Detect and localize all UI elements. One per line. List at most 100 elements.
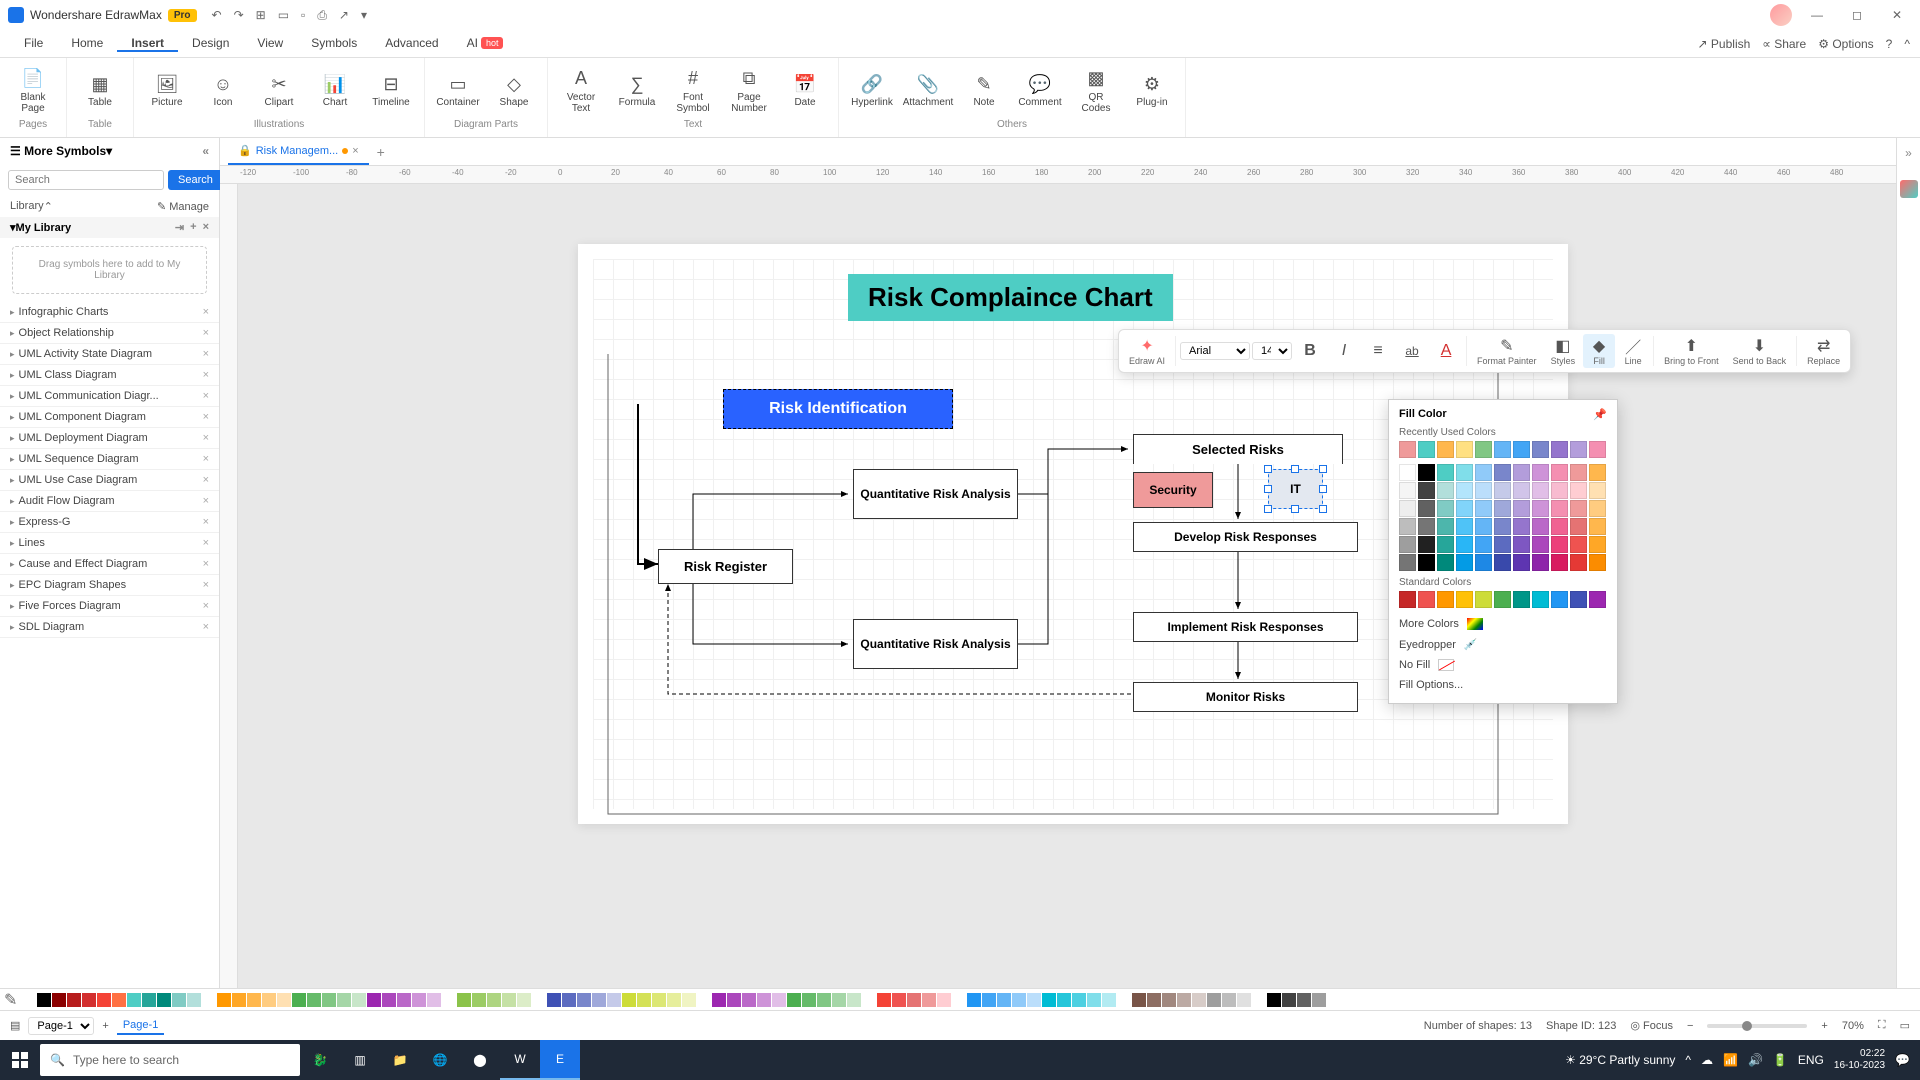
color-swatch[interactable] xyxy=(1551,591,1568,608)
close-button[interactable]: ✕ xyxy=(1882,8,1912,22)
colorbar-swatch[interactable] xyxy=(1252,993,1266,1007)
shape-title[interactable]: Risk Complaince Chart xyxy=(848,274,1173,321)
chrome-icon[interactable]: ⬤ xyxy=(460,1040,500,1080)
ribbon-shape[interactable]: ◇Shape xyxy=(489,62,539,119)
colorbar-swatch[interactable] xyxy=(1072,993,1086,1007)
library-label[interactable]: Library xyxy=(10,200,44,213)
colorbar-swatch[interactable] xyxy=(322,993,336,1007)
selection-handle[interactable] xyxy=(1264,485,1272,493)
colorbar-swatch[interactable] xyxy=(622,993,636,1007)
close-category-icon[interactable]: × xyxy=(203,306,209,318)
close-category-icon[interactable]: × xyxy=(203,516,209,528)
selection-handle[interactable] xyxy=(1264,505,1272,513)
language-indicator[interactable]: ENG xyxy=(1798,1053,1824,1067)
styles-button[interactable]: ◧Styles xyxy=(1545,334,1582,368)
colorbar-swatch[interactable] xyxy=(1087,993,1101,1007)
color-swatch[interactable] xyxy=(1494,591,1511,608)
color-swatch[interactable] xyxy=(1475,464,1492,481)
color-swatch[interactable] xyxy=(1551,441,1568,458)
color-swatch[interactable] xyxy=(1570,591,1587,608)
colorbar-swatch[interactable] xyxy=(487,993,501,1007)
lib-category[interactable]: ▸UML Activity State Diagram× xyxy=(0,344,219,365)
color-swatch[interactable] xyxy=(1418,464,1435,481)
lib-category[interactable]: ▸Cause and Effect Diagram× xyxy=(0,554,219,575)
colorbar-swatch[interactable] xyxy=(1057,993,1071,1007)
menu-tab-home[interactable]: Home xyxy=(57,36,117,50)
color-swatch[interactable] xyxy=(1437,536,1454,553)
color-swatch[interactable] xyxy=(1532,591,1549,608)
ribbon-note[interactable]: ✎Note xyxy=(959,62,1009,119)
color-swatch[interactable] xyxy=(1589,591,1606,608)
colorbar-swatch[interactable] xyxy=(337,993,351,1007)
colorbar-swatch[interactable] xyxy=(1237,993,1251,1007)
strikethrough-button[interactable]: ab xyxy=(1396,339,1428,363)
color-swatch[interactable] xyxy=(1456,536,1473,553)
print-icon[interactable]: ⎙ xyxy=(317,8,327,23)
colorbar-swatch[interactable] xyxy=(787,993,801,1007)
weather-widget[interactable]: ☀ 29°C Partly sunny xyxy=(1565,1053,1675,1067)
colorbar-swatch[interactable] xyxy=(52,993,66,1007)
color-swatch[interactable] xyxy=(1494,518,1511,535)
colorbar-swatch[interactable] xyxy=(1192,993,1206,1007)
collapse-ribbon-icon[interactable]: ^ xyxy=(1904,37,1910,51)
colorbar-swatch[interactable] xyxy=(892,993,906,1007)
lib-category[interactable]: ▸UML Component Diagram× xyxy=(0,407,219,428)
shape-qra-2[interactable]: Quantitative Risk Analysis xyxy=(853,619,1018,669)
page-select[interactable]: Page-1 xyxy=(28,1017,94,1035)
colorbar-swatch[interactable] xyxy=(1312,993,1326,1007)
colorbar-swatch[interactable] xyxy=(1327,993,1341,1007)
save-icon[interactable]: ▫ xyxy=(301,8,305,23)
eyedropper-colorbar-icon[interactable]: ✎ xyxy=(4,990,17,1010)
colorbar-swatch[interactable] xyxy=(427,993,441,1007)
colorbar-swatch[interactable] xyxy=(832,993,846,1007)
fullscreen-icon[interactable]: ▭ xyxy=(1900,1019,1910,1032)
close-category-icon[interactable]: × xyxy=(203,600,209,612)
selection-handle[interactable] xyxy=(1319,465,1327,473)
menu-tab-insert[interactable]: Insert xyxy=(117,36,178,52)
ribbon-qr-codes[interactable]: ▩QRCodes xyxy=(1071,62,1121,119)
colorbar-swatch[interactable] xyxy=(382,993,396,1007)
color-swatch[interactable] xyxy=(1532,536,1549,553)
color-swatch[interactable] xyxy=(1475,554,1492,571)
colorbar-swatch[interactable] xyxy=(562,993,576,1007)
color-swatch[interactable] xyxy=(1532,518,1549,535)
color-swatch[interactable] xyxy=(1570,554,1587,571)
lib-category[interactable]: ▸EPC Diagram Shapes× xyxy=(0,575,219,596)
color-swatch[interactable] xyxy=(1513,464,1530,481)
user-avatar[interactable] xyxy=(1770,4,1792,26)
color-swatch[interactable] xyxy=(1513,554,1530,571)
colorbar-swatch[interactable] xyxy=(277,993,291,1007)
colorbar-swatch[interactable] xyxy=(547,993,561,1007)
colorbar-swatch[interactable] xyxy=(772,993,786,1007)
color-swatch[interactable] xyxy=(1437,500,1454,517)
wifi-icon[interactable]: 📶 xyxy=(1723,1053,1738,1067)
color-swatch[interactable] xyxy=(1456,518,1473,535)
colorbar-swatch[interactable] xyxy=(442,993,456,1007)
italic-button[interactable]: I xyxy=(1328,339,1360,363)
colorbar-swatch[interactable] xyxy=(187,993,201,1007)
lib-category[interactable]: ▸Object Relationship× xyxy=(0,323,219,344)
colorbar-swatch[interactable] xyxy=(1132,993,1146,1007)
add-page-button[interactable]: + xyxy=(102,1020,108,1032)
lib-category[interactable]: ▸Audit Flow Diagram× xyxy=(0,491,219,512)
colorbar-swatch[interactable] xyxy=(757,993,771,1007)
close-category-icon[interactable]: × xyxy=(203,348,209,360)
selection-handle[interactable] xyxy=(1291,465,1299,473)
colorbar-swatch[interactable] xyxy=(22,993,36,1007)
page-list-icon[interactable]: ▤ xyxy=(10,1019,20,1032)
colorbar-swatch[interactable] xyxy=(157,993,171,1007)
colorbar-swatch[interactable] xyxy=(1102,993,1116,1007)
ribbon-icon[interactable]: ☺Icon xyxy=(198,62,248,119)
color-swatch[interactable] xyxy=(1437,441,1454,458)
colorbar-swatch[interactable] xyxy=(937,993,951,1007)
color-swatch[interactable] xyxy=(1399,482,1416,499)
color-swatch[interactable] xyxy=(1513,591,1530,608)
color-swatch[interactable] xyxy=(1475,536,1492,553)
color-swatch[interactable] xyxy=(1456,591,1473,608)
color-swatch[interactable] xyxy=(1437,554,1454,571)
edraw-ai-button[interactable]: ✦Edraw AI xyxy=(1123,334,1171,368)
colorbar-swatch[interactable] xyxy=(217,993,231,1007)
lib-category[interactable]: ▸UML Use Case Diagram× xyxy=(0,470,219,491)
color-swatch[interactable] xyxy=(1570,464,1587,481)
colorbar-swatch[interactable] xyxy=(967,993,981,1007)
